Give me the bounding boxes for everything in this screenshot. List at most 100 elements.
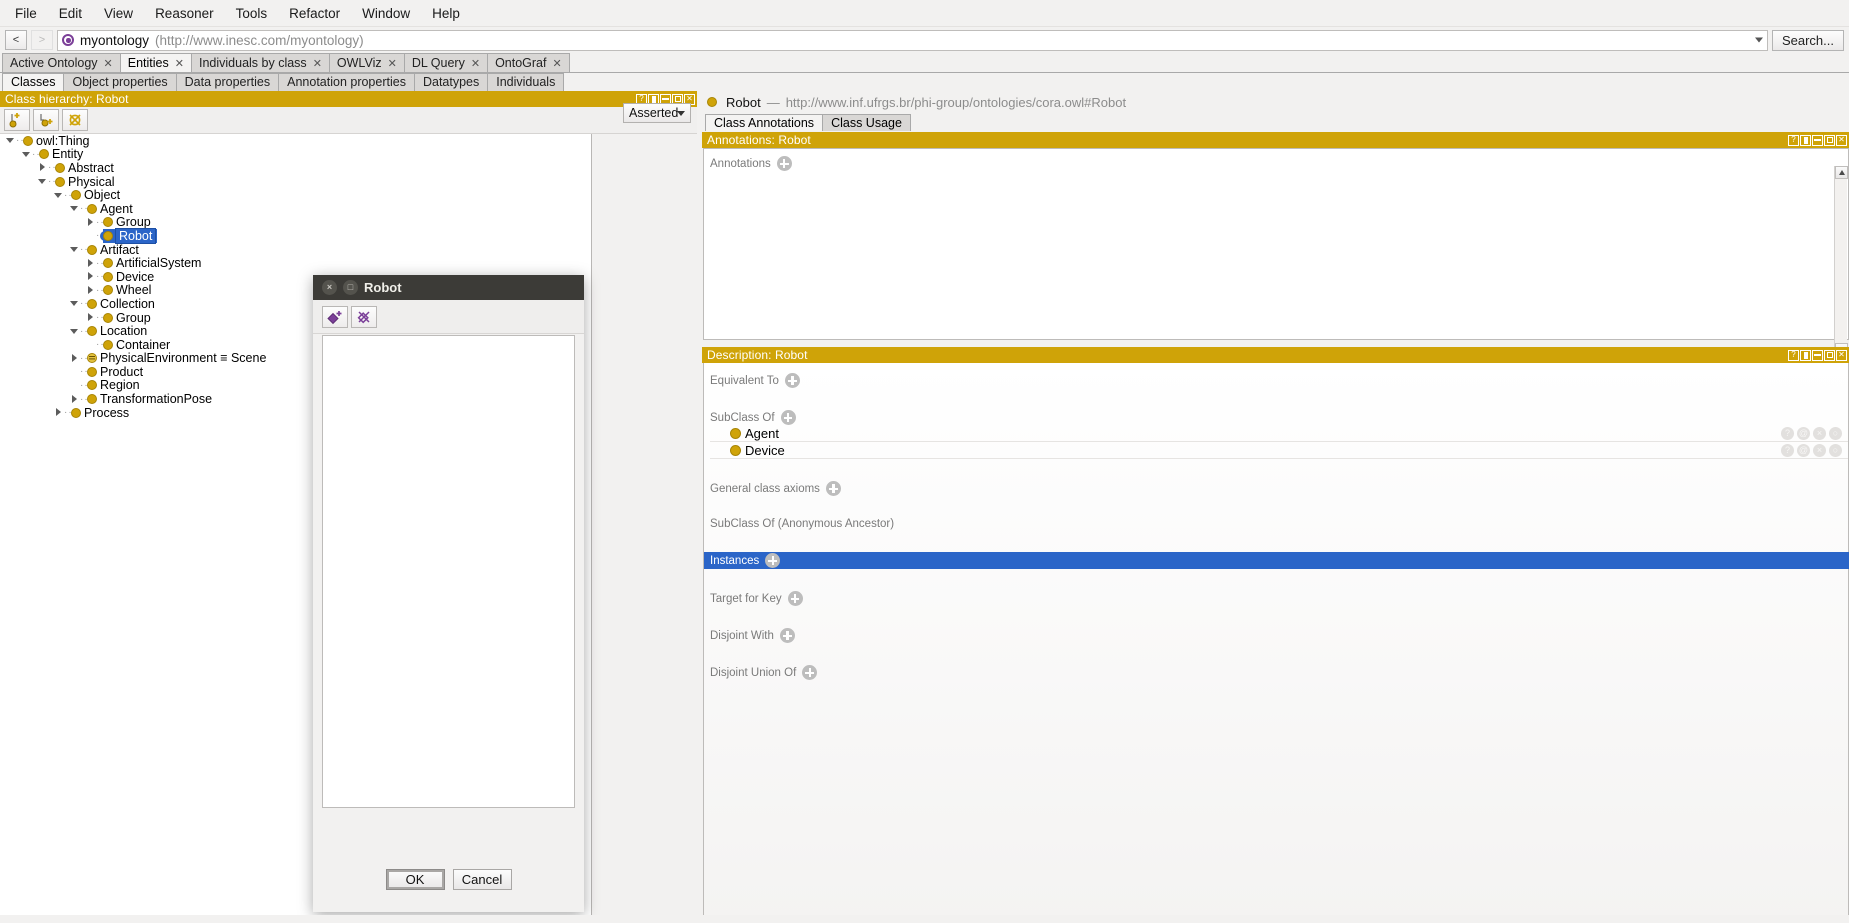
back-button[interactable]: < — [5, 30, 27, 50]
tree-twisty-icon[interactable] — [86, 285, 95, 295]
class-tree-node[interactable]: ·· ArtificialSystem — [0, 256, 591, 270]
class-tree-node[interactable]: ·· Robot — [0, 227, 591, 244]
tab-object-properties[interactable]: Object properties — [63, 73, 177, 91]
tab-entities[interactable]: Entities ✕ — [119, 53, 192, 72]
tree-twisty-icon[interactable] — [38, 163, 47, 172]
tree-twisty-icon[interactable] — [6, 136, 15, 145]
tree-twisty-icon[interactable] — [86, 217, 95, 227]
close-icon[interactable]: ✕ — [388, 57, 397, 70]
menu-item-window[interactable]: Window — [351, 3, 421, 24]
tab-individuals-by-class[interactable]: Individuals by class ✕ — [190, 53, 330, 72]
tab-ontograf[interactable]: OntoGraf ✕ — [487, 53, 570, 72]
edit-icon[interactable]: ○ — [1829, 426, 1842, 440]
annotations-scrollbar[interactable] — [1834, 166, 1848, 356]
tab-active-ontology[interactable]: Active Ontology ✕ — [2, 53, 121, 72]
menu-item-reasoner[interactable]: Reasoner — [144, 3, 225, 24]
maximize-icon[interactable] — [1824, 134, 1835, 146]
tree-twisty-icon[interactable] — [38, 177, 47, 186]
close-icon[interactable]: ✕ — [104, 57, 113, 70]
annotate-icon[interactable]: @ — [1797, 426, 1810, 440]
add-sibling-class-icon[interactable] — [33, 109, 59, 131]
class-tree-node[interactable]: ·· Abstract — [0, 161, 591, 175]
add-button[interactable] — [787, 591, 803, 606]
tree-twisty-icon[interactable] — [70, 327, 79, 336]
tree-twisty-icon[interactable] — [86, 258, 95, 268]
tab-data-properties[interactable]: Data properties — [175, 73, 280, 91]
dialog-close-icon[interactable]: × — [322, 280, 337, 295]
tree-twisty-icon[interactable] — [70, 204, 79, 213]
class-tree-node[interactable]: ·· owl:Thing — [0, 134, 591, 148]
close-icon[interactable]: ✕ — [1836, 349, 1847, 361]
tree-twisty-icon[interactable] — [54, 191, 63, 200]
edit-icon[interactable]: ○ — [1829, 443, 1842, 457]
chevron-down-icon[interactable] — [1754, 37, 1763, 43]
add-button[interactable] — [825, 481, 841, 496]
tab-owlviz[interactable]: OWLViz ✕ — [328, 53, 405, 72]
menu-item-help[interactable]: Help — [421, 3, 471, 24]
split-icon[interactable] — [1800, 349, 1811, 361]
scroll-up-icon[interactable] — [1835, 166, 1848, 179]
dialog-maximize-icon[interactable]: □ — [343, 280, 358, 295]
tree-twisty-icon[interactable] — [86, 272, 95, 281]
tree-twisty-icon[interactable] — [70, 353, 79, 363]
annotate-icon[interactable]: @ — [1797, 443, 1810, 457]
description-value-row[interactable]: Device? @ × ○ — [710, 442, 1848, 459]
cancel-button[interactable]: Cancel — [452, 869, 512, 890]
add-button[interactable] — [784, 373, 800, 388]
class-tree-node[interactable]: ·· Physical — [0, 175, 591, 189]
maximize-icon[interactable] — [1824, 349, 1835, 361]
minimize-icon[interactable] — [1812, 134, 1823, 146]
close-icon[interactable]: ✕ — [313, 57, 322, 70]
help-icon[interactable]: ? — [1788, 349, 1799, 361]
close-icon[interactable]: ✕ — [552, 57, 561, 70]
menu-item-view[interactable]: View — [93, 3, 144, 24]
tree-twisty-icon[interactable] — [22, 150, 31, 159]
search-button[interactable]: Search... — [1771, 29, 1844, 51]
tab-class-annotations[interactable]: Class Annotations — [705, 114, 824, 131]
dialog-titlebar[interactable]: × □ Robot — [313, 275, 584, 300]
tab-dl-query[interactable]: DL Query ✕ — [403, 53, 489, 72]
class-tree-node[interactable]: ·· Group — [0, 215, 591, 229]
add-button[interactable] — [802, 665, 818, 680]
tab-datatypes[interactable]: Datatypes — [413, 73, 489, 91]
tree-twisty-icon[interactable] — [54, 408, 63, 417]
description-value-row[interactable]: Agent? @ × ○ — [710, 425, 1848, 442]
delete-icon[interactable]: × — [1813, 443, 1826, 457]
close-icon[interactable]: ✕ — [175, 57, 184, 70]
explain-icon[interactable]: ? — [1781, 443, 1794, 457]
class-tree-node[interactable]: ·· Agent — [0, 202, 591, 216]
help-icon[interactable]: ? — [1788, 134, 1799, 146]
tree-twisty-icon[interactable] — [70, 299, 79, 308]
tab-classes[interactable]: Classes — [2, 73, 65, 91]
minimize-icon[interactable] — [1812, 349, 1823, 361]
tab-class-usage[interactable]: Class Usage — [822, 114, 911, 131]
tree-twisty-icon[interactable] — [70, 394, 79, 404]
close-icon[interactable]: ✕ — [1836, 134, 1847, 146]
menu-item-refactor[interactable]: Refactor — [278, 3, 351, 24]
ok-button[interactable]: OK — [385, 869, 445, 890]
delete-icon[interactable]: × — [1813, 426, 1826, 440]
tree-twisty-icon[interactable] — [86, 313, 95, 322]
tree-twisty-icon[interactable] — [70, 245, 79, 254]
close-icon[interactable]: ✕ — [471, 57, 480, 70]
add-button[interactable] — [780, 410, 796, 425]
individual-list[interactable] — [322, 335, 575, 808]
delete-individual-icon[interactable] — [351, 305, 377, 328]
class-tree-node[interactable]: ·· Entity — [0, 147, 591, 161]
class-tree-node[interactable]: ·· Object — [0, 188, 591, 202]
add-button[interactable] — [779, 628, 795, 643]
instances-section[interactable]: Instances — [704, 552, 1849, 569]
class-tree-node[interactable]: ·· Artifact — [0, 243, 591, 257]
add-individual-icon[interactable] — [322, 305, 348, 328]
menu-item-file[interactable]: File — [4, 3, 48, 24]
add-instance-button[interactable] — [765, 553, 781, 568]
hierarchy-view-selector[interactable]: Asserted — [623, 103, 691, 123]
add-subclass-icon[interactable] — [4, 109, 30, 131]
menu-item-tools[interactable]: Tools — [225, 3, 279, 24]
tab-annotation-properties[interactable]: Annotation properties — [278, 73, 415, 91]
menu-item-edit[interactable]: Edit — [48, 3, 93, 24]
forward-button[interactable]: > — [31, 30, 53, 50]
ontology-selector[interactable]: myontology (http://www.inesc.com/myontol… — [57, 29, 1768, 51]
tab-individuals[interactable]: Individuals — [487, 73, 565, 91]
add-annotation-button[interactable] — [776, 156, 792, 171]
